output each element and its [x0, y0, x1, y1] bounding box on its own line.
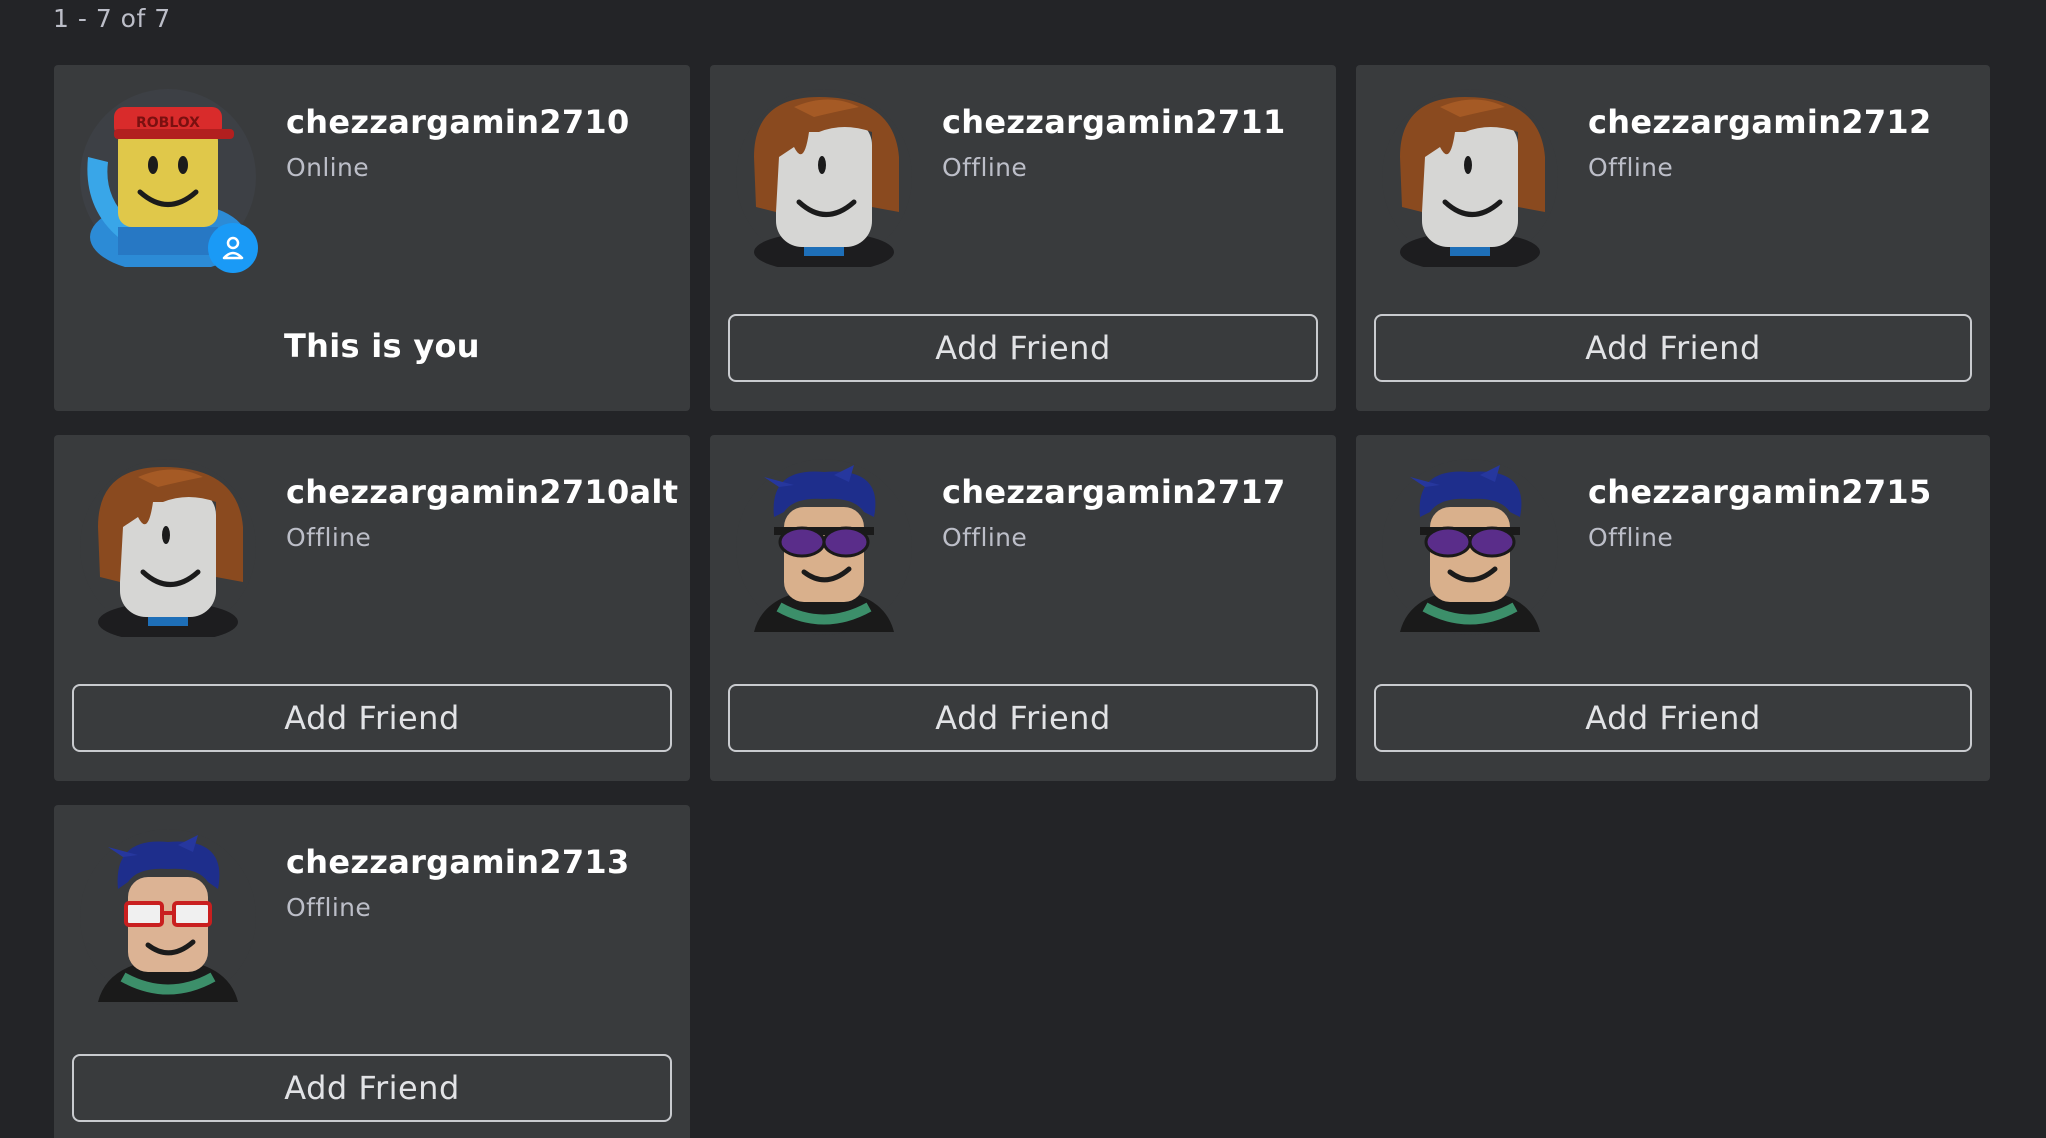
username[interactable]: chezzargamin2713 [286, 843, 630, 881]
add-friend-button[interactable]: Add Friend [1374, 314, 1972, 382]
user-card: chezzargamin2715 Offline Add Friend [1356, 435, 1990, 781]
presence-status: Online [286, 153, 370, 182]
username[interactable]: chezzargamin2717 [942, 473, 1286, 511]
blue-hair-sunglasses-avatar-icon[interactable] [734, 457, 914, 637]
username[interactable]: chezzargamin2710alt [286, 473, 678, 511]
add-friend-button[interactable]: Add Friend [72, 1054, 672, 1122]
svg-text:ROBLOX: ROBLOX [136, 115, 200, 131]
results-count: 1 - 7 of 7 [53, 4, 171, 33]
presence-status: Offline [1588, 153, 1674, 182]
blue-hair-red-glasses-avatar-icon[interactable] [78, 827, 258, 1007]
friends-page: 1 - 7 of 7 ROBLOX chezzargamin2710 Onlin… [0, 0, 2046, 1138]
username[interactable]: chezzargamin2712 [1588, 103, 1932, 141]
user-grid: ROBLOX chezzargamin2710 Online This is y… [54, 65, 1994, 1138]
user-card: chezzargamin2713 Offline Add Friend [54, 805, 690, 1138]
user-card: chezzargamin2712 Offline Add Friend [1356, 65, 1990, 411]
add-friend-button[interactable]: Add Friend [728, 314, 1318, 382]
username[interactable]: chezzargamin2710 [286, 103, 630, 141]
presence-status: Offline [286, 893, 372, 922]
add-friend-button[interactable]: Add Friend [72, 684, 672, 752]
brown-hair-avatar-icon[interactable] [734, 87, 914, 267]
presence-status: Offline [942, 523, 1028, 552]
presence-status: Offline [286, 523, 372, 552]
user-card: chezzargamin2711 Offline Add Friend [710, 65, 1336, 411]
presence-status: Offline [1588, 523, 1674, 552]
user-icon [208, 223, 258, 273]
user-card-self: ROBLOX chezzargamin2710 Online This is y… [54, 65, 690, 411]
presence-status: Offline [942, 153, 1028, 182]
this-is-you-label: This is you [284, 327, 480, 365]
brown-hair-avatar-icon[interactable] [1380, 87, 1560, 267]
user-card: chezzargamin2717 Offline Add Friend [710, 435, 1336, 781]
add-friend-button[interactable]: Add Friend [1374, 684, 1972, 752]
brown-hair-avatar-icon[interactable] [78, 457, 258, 637]
username[interactable]: chezzargamin2711 [942, 103, 1286, 141]
add-friend-button[interactable]: Add Friend [728, 684, 1318, 752]
username[interactable]: chezzargamin2715 [1588, 473, 1932, 511]
blue-hair-sunglasses-avatar-icon[interactable] [1380, 457, 1560, 637]
user-card: chezzargamin2710alt Offline Add Friend [54, 435, 690, 781]
